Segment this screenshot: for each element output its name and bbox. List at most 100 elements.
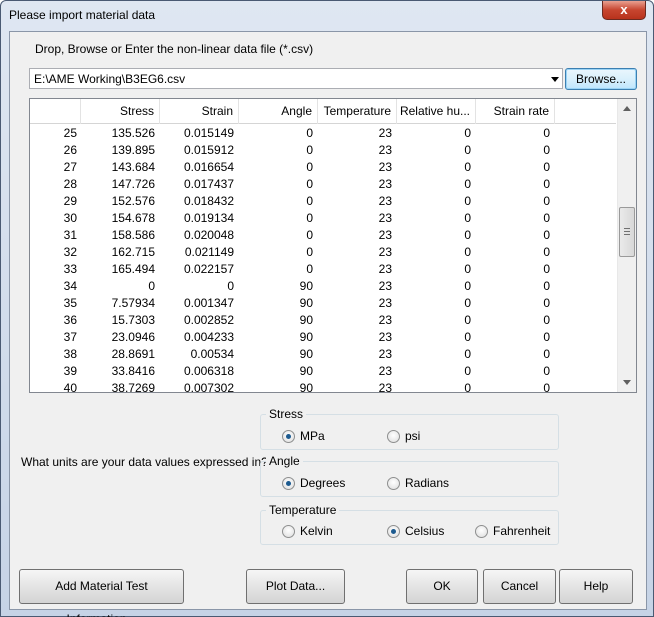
column-header-relative-humidity[interactable]: Relative hu... — [397, 99, 476, 124]
table-row[interactable]: 32 162.715 0.021149 0 23 0 0 — [30, 244, 616, 261]
humidity-cell[interactable]: 0 — [397, 176, 476, 193]
angle-cell[interactable]: 0 — [239, 193, 318, 210]
angle-cell[interactable]: 90 — [239, 329, 318, 346]
angle-cell[interactable]: 90 — [239, 346, 318, 363]
stress-cell[interactable]: 135.526 — [81, 125, 160, 142]
angle-cell[interactable]: 0 — [239, 210, 318, 227]
column-header-index[interactable] — [30, 99, 81, 124]
table-row[interactable]: 30 154.678 0.019134 0 23 0 0 — [30, 210, 616, 227]
table-row[interactable]: 29 152.576 0.018432 0 23 0 0 — [30, 193, 616, 210]
table-row[interactable]: 25 135.526 0.015149 0 23 0 0 — [30, 125, 616, 142]
strain-rate-cell[interactable]: 0 — [476, 312, 555, 329]
angle-cell[interactable]: 0 — [239, 125, 318, 142]
strain-rate-cell[interactable]: 0 — [476, 380, 555, 392]
stress-cell[interactable]: 165.494 — [81, 261, 160, 278]
strain-rate-cell[interactable]: 0 — [476, 346, 555, 363]
stress-cell[interactable]: 28.8691 — [81, 346, 160, 363]
strain-rate-cell[interactable]: 0 — [476, 278, 555, 295]
temperature-cell[interactable]: 23 — [318, 346, 397, 363]
plot-data-button[interactable]: Plot Data... — [246, 569, 345, 604]
cancel-button[interactable]: Cancel — [483, 569, 556, 604]
strain-cell[interactable]: 0.007302 — [160, 380, 239, 392]
stress-cell[interactable]: 15.7303 — [81, 312, 160, 329]
radio-icon-selected[interactable] — [282, 476, 295, 490]
strain-cell[interactable]: 0.00534 — [160, 346, 239, 363]
close-button[interactable]: x — [602, 1, 646, 20]
strain-rate-cell[interactable]: 0 — [476, 193, 555, 210]
angle-cell[interactable]: 0 — [239, 227, 318, 244]
humidity-cell[interactable]: 0 — [397, 210, 476, 227]
radio-angle-radians[interactable]: Radians — [387, 476, 449, 490]
table-row[interactable]: 27 143.684 0.016654 0 23 0 0 — [30, 159, 616, 176]
humidity-cell[interactable]: 0 — [397, 312, 476, 329]
radio-stress-psi[interactable]: psi — [387, 429, 420, 443]
humidity-cell[interactable]: 0 — [397, 261, 476, 278]
humidity-cell[interactable]: 0 — [397, 244, 476, 261]
radio-icon-selected[interactable] — [387, 524, 400, 538]
strain-cell[interactable]: 0.018432 — [160, 193, 239, 210]
scroll-thumb[interactable] — [619, 207, 635, 257]
humidity-cell[interactable]: 0 — [397, 295, 476, 312]
radio-icon[interactable] — [387, 476, 400, 490]
angle-cell[interactable]: 90 — [239, 363, 318, 380]
strain-cell[interactable]: 0.022157 — [160, 261, 239, 278]
humidity-cell[interactable]: 0 — [397, 346, 476, 363]
stress-cell[interactable]: 158.586 — [81, 227, 160, 244]
strain-cell[interactable]: 0.006318 — [160, 363, 239, 380]
table-row[interactable]: 40 38.7269 0.007302 90 23 0 0 — [30, 380, 616, 392]
strain-rate-cell[interactable]: 0 — [476, 159, 555, 176]
strain-rate-cell[interactable]: 0 — [476, 142, 555, 159]
strain-rate-cell[interactable]: 0 — [476, 244, 555, 261]
browse-button[interactable]: Browse... — [565, 68, 637, 90]
stress-cell[interactable]: 33.8416 — [81, 363, 160, 380]
stress-cell[interactable]: 139.895 — [81, 142, 160, 159]
radio-icon[interactable] — [387, 429, 400, 443]
radio-temperature-celsius[interactable]: Celsius — [387, 524, 444, 538]
radio-angle-degrees[interactable]: Degrees — [282, 476, 345, 490]
strain-cell[interactable]: 0.019134 — [160, 210, 239, 227]
radio-temperature-kelvin[interactable]: Kelvin — [282, 524, 333, 538]
strain-rate-cell[interactable]: 0 — [476, 295, 555, 312]
stress-cell[interactable]: 154.678 — [81, 210, 160, 227]
table-row[interactable]: 34 0 0 90 23 0 0 — [30, 278, 616, 295]
temperature-cell[interactable]: 23 — [318, 329, 397, 346]
strain-cell[interactable]: 0.015912 — [160, 142, 239, 159]
strain-rate-cell[interactable]: 0 — [476, 261, 555, 278]
strain-cell[interactable]: 0.020048 — [160, 227, 239, 244]
column-header-strain[interactable]: Strain — [160, 99, 239, 124]
humidity-cell[interactable]: 0 — [397, 142, 476, 159]
stress-cell[interactable]: 162.715 — [81, 244, 160, 261]
column-header-temperature[interactable]: Temperature — [318, 99, 397, 124]
table-row[interactable]: 26 139.895 0.015912 0 23 0 0 — [30, 142, 616, 159]
angle-cell[interactable]: 90 — [239, 295, 318, 312]
temperature-cell[interactable]: 23 — [318, 312, 397, 329]
radio-icon[interactable] — [475, 524, 488, 538]
strain-cell[interactable]: 0.016654 — [160, 159, 239, 176]
stress-cell[interactable]: 147.726 — [81, 176, 160, 193]
temperature-cell[interactable]: 23 — [318, 142, 397, 159]
add-material-test-info-button[interactable]: Add Material Test Information... — [19, 569, 184, 617]
temperature-cell[interactable]: 23 — [318, 227, 397, 244]
strain-rate-cell[interactable]: 0 — [476, 125, 555, 142]
angle-cell[interactable]: 0 — [239, 261, 318, 278]
strain-cell[interactable]: 0 — [160, 278, 239, 295]
table-row[interactable]: 39 33.8416 0.006318 90 23 0 0 — [30, 363, 616, 380]
temperature-cell[interactable]: 23 — [318, 125, 397, 142]
radio-temperature-fahrenheit[interactable]: Fahrenheit — [475, 524, 550, 538]
humidity-cell[interactable]: 0 — [397, 363, 476, 380]
stress-cell[interactable]: 23.0946 — [81, 329, 160, 346]
column-header-angle[interactable]: Angle — [239, 99, 318, 124]
help-button[interactable]: Help — [559, 569, 633, 604]
data-grid[interactable]: Stress Strain Angle Temperature Relative… — [29, 98, 637, 393]
temperature-cell[interactable]: 23 — [318, 193, 397, 210]
humidity-cell[interactable]: 0 — [397, 125, 476, 142]
angle-cell[interactable]: 0 — [239, 176, 318, 193]
strain-cell[interactable]: 0.002852 — [160, 312, 239, 329]
stress-cell[interactable]: 7.57934 — [81, 295, 160, 312]
humidity-cell[interactable]: 0 — [397, 227, 476, 244]
table-row[interactable]: 33 165.494 0.022157 0 23 0 0 — [30, 261, 616, 278]
stress-cell[interactable]: 0 — [81, 278, 160, 295]
stress-cell[interactable]: 143.684 — [81, 159, 160, 176]
humidity-cell[interactable]: 0 — [397, 159, 476, 176]
angle-cell[interactable]: 90 — [239, 278, 318, 295]
